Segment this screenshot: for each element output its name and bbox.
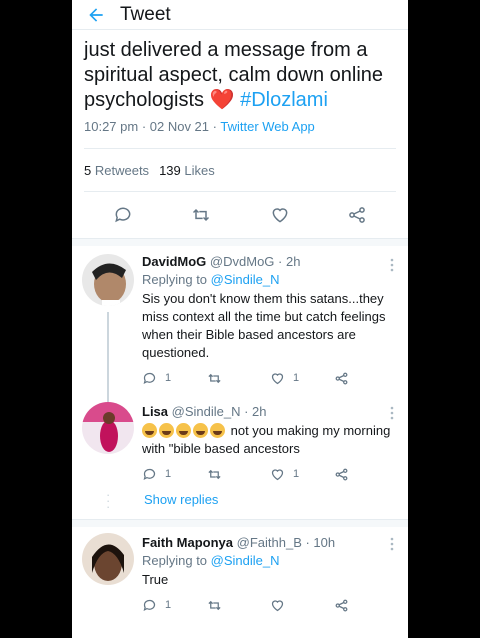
hashtag-link[interactable]: #Dlozlami [240,89,328,111]
thread-dots: · · · [106,487,111,514]
reply-author-name[interactable]: Lisa [142,404,168,419]
tweet-actions [84,192,396,238]
avatar[interactable] [82,533,134,585]
page-title: Tweet [120,3,171,25]
share-button[interactable] [334,467,398,482]
replying-label: Replying to [142,553,208,568]
reply-button[interactable]: 1 [142,371,206,386]
mention-link[interactable]: @Sindile_N [211,553,280,568]
reply-header: Lisa @Sindile_N · 2h [142,404,398,419]
retweets-stat[interactable]: 5 Retweets [84,163,149,178]
reply-actions: 1 [142,589,398,621]
share-button[interactable] [347,205,367,225]
reply-text: Sis you don't know them this satans...th… [142,291,386,360]
back-button[interactable] [72,5,120,25]
reply-actions: 1 1 [142,362,398,394]
reply-header: DavidMoG @DvdMoG · 2h [142,254,398,269]
share-button[interactable] [334,598,398,613]
show-replies-link[interactable]: · · · Show replies [72,487,408,519]
heart-icon [272,208,288,223]
retweets-label: Retweets [94,162,150,178]
reply-tweet[interactable]: Faith Maponya @Faithh_B · 10h Replying t… [72,527,408,621]
back-arrow-icon [89,7,103,22]
mention-link[interactable]: @Sindile_N [211,272,280,287]
tweet-screen: Tweet just delivered a message from a sp… [72,0,408,638]
share-button[interactable] [334,371,398,386]
reply-tweet[interactable]: DavidMoG @DvdMoG · 2h Replying to @Sindi… [72,246,408,408]
likes-stat[interactable]: 139 Likes [159,163,215,178]
heart-icon [271,468,284,480]
avatar[interactable] [82,254,134,306]
tweet-stats: 5 Retweets 139 Likes [84,149,396,191]
reply-actions: 1 1 [142,458,398,490]
laughing-emojis [142,422,227,440]
reply-text: True [142,572,169,587]
like-count: 1 [293,468,300,480]
replying-to: Replying to @Sindile_N [142,553,398,568]
like-count: 1 [293,372,300,384]
reply-icon [143,468,156,480]
reply-handle-time: @Faithh_B · 10h [236,535,336,550]
retweet-button[interactable] [206,598,270,613]
tweet-text: just delivered a message from a spiritua… [84,38,396,113]
reply-count: 1 [165,599,172,611]
more-options-icon[interactable] [390,406,394,425]
reply-count: 1 [165,468,172,480]
top-bar: Tweet [72,0,408,30]
like-button[interactable]: 1 [270,371,334,386]
share-icon [335,599,348,611]
reply-handle-time: @Sindile_N · 2h [171,404,267,419]
heart-icon [271,599,284,611]
more-options-icon[interactable] [390,537,394,556]
more-options-icon[interactable] [390,258,394,277]
retweets-count: 5 [84,162,92,178]
tweet-meta: 10:27 pm · 02 Nov 21 · Twitter Web App [84,119,396,134]
reply-icon [143,599,156,611]
reply-count: 1 [165,372,172,384]
retweet-icon [208,469,221,479]
like-button[interactable] [270,598,334,613]
reply-header: Faith Maponya @Faithh_B · 10h [142,535,398,550]
replying-to: Replying to @Sindile_N [142,272,398,287]
tweet-source-link[interactable]: Twitter Web App [220,119,314,134]
like-button[interactable]: 1 [270,467,334,482]
retweet-button[interactable] [206,371,270,386]
retweet-icon [208,600,221,610]
reply-text: not you making my morning with "bible ba… [142,422,398,458]
reply-icon [114,207,131,223]
likes-count: 139 [159,162,181,178]
share-icon [349,207,366,223]
reply-button[interactable] [113,205,133,225]
retweet-button[interactable] [190,205,212,225]
tweet-timestamp: 10:27 pm · 02 Nov 21 · [84,119,217,134]
main-tweet: just delivered a message from a spiritua… [72,30,408,246]
reply-handle-time: @DvdMoG · 2h [209,254,301,269]
section-separator [72,238,408,246]
reply-icon [143,372,156,384]
reply-author-name[interactable]: Faith Maponya [142,535,233,550]
heart-icon [271,372,284,384]
section-separator [72,519,408,527]
reply-author-name[interactable]: DavidMoG [142,254,206,269]
red-heart-emoji: ❤️ [209,89,235,111]
reply-tweet[interactable]: Lisa @Sindile_N · 2h not you making my m… [72,394,408,490]
reply-button[interactable]: 1 [142,467,206,482]
like-button[interactable] [270,205,290,225]
share-icon [335,372,348,384]
retweet-icon [193,208,210,222]
show-replies-label: Show replies [144,492,219,507]
retweet-icon [208,373,221,383]
replying-label: Replying to [142,272,208,287]
avatar[interactable] [82,402,134,454]
retweet-button[interactable] [206,467,270,482]
likes-label: Likes [184,162,215,178]
reply-button[interactable]: 1 [142,598,206,613]
share-icon [335,468,348,480]
